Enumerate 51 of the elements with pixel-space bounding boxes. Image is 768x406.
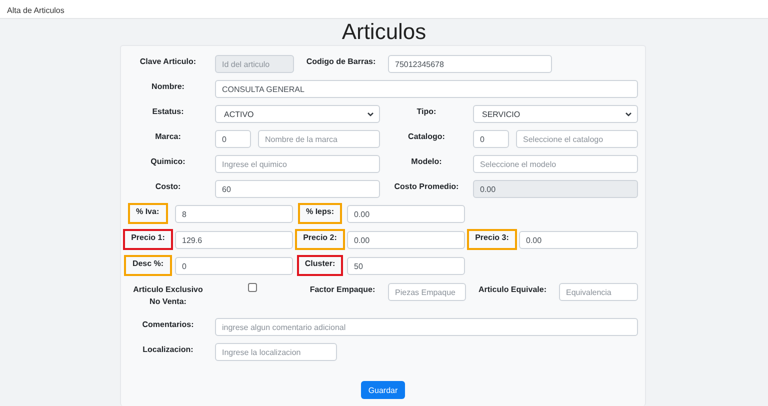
app-title: Alta de Articulos (7, 6, 64, 15)
text-field[interactable]: 0 (175, 257, 293, 275)
text-field[interactable]: Equivalencia (559, 283, 638, 301)
field-label: Costo Promedio: (394, 181, 459, 193)
text-field[interactable]: 60 (215, 180, 380, 198)
text-field[interactable]: ingrese algun comentario adicional (215, 318, 638, 336)
field-label: % Iva: (128, 203, 168, 224)
field-label: Catalogo: (408, 131, 445, 143)
field-label: Cluster: (296, 255, 344, 276)
field-label: Precio 2: (295, 229, 345, 250)
text-field[interactable]: Seleccione el modelo (473, 155, 638, 173)
field-label: Tipo: (416, 106, 436, 118)
chevron-down-icon (367, 112, 374, 116)
text-field[interactable]: 75012345678 (388, 55, 552, 73)
text-field[interactable]: 0.00 (347, 231, 465, 249)
field-label: Factor Empaque: (310, 284, 376, 296)
text-field[interactable]: Ingrese la localizacion (215, 343, 337, 361)
field-label: Localizacion: (142, 344, 194, 356)
text-field[interactable]: 0 (215, 130, 251, 148)
text-field[interactable]: Seleccione el catalogo (516, 130, 638, 148)
checkbox[interactable] (248, 283, 257, 292)
field-label: Precio 1: (123, 229, 173, 250)
field-label: Desc %: (124, 255, 172, 276)
field-label: Marca: (155, 131, 181, 143)
text-field[interactable]: 0.00 (347, 205, 465, 223)
page-heading: Articulos (340, 19, 428, 45)
field-label: Quimico: (150, 156, 186, 168)
save-button[interactable]: Guardar (361, 381, 405, 399)
text-field[interactable]: 8 (175, 205, 293, 223)
text-field[interactable]: 129.6 (175, 231, 293, 249)
field-label: Articulo Exclusivo No Venta: (132, 284, 204, 308)
text-field[interactable]: 0.00 (519, 231, 638, 249)
field-label: Precio 3: (467, 229, 517, 250)
dropdown[interactable]: SERVICIO (473, 105, 638, 123)
field-label: Articulo Equivale: (478, 284, 546, 296)
field-label: Codigo de Barras: (306, 56, 376, 68)
field-label: Nombre: (152, 81, 184, 93)
text-field[interactable]: Nombre de la marca (258, 130, 380, 148)
text-field[interactable]: 50 (347, 257, 465, 275)
text-field[interactable]: Ingrese el quimico (215, 155, 380, 173)
field-label: Comentarios: (142, 319, 194, 331)
text-field[interactable]: Piezas Empaque (388, 283, 466, 301)
field-label: % Ieps: (298, 203, 342, 224)
field-label: Costo: (155, 181, 181, 193)
field-label: Clave Articulo: (140, 56, 196, 68)
text-field[interactable]: 0 (473, 130, 509, 148)
field-label: Estatus: (152, 106, 184, 118)
text-field[interactable]: CONSULTA GENERAL (215, 80, 638, 98)
chevron-down-icon (625, 112, 632, 116)
field-label: Modelo: (411, 156, 442, 168)
dropdown[interactable]: ACTIVO (215, 105, 380, 123)
